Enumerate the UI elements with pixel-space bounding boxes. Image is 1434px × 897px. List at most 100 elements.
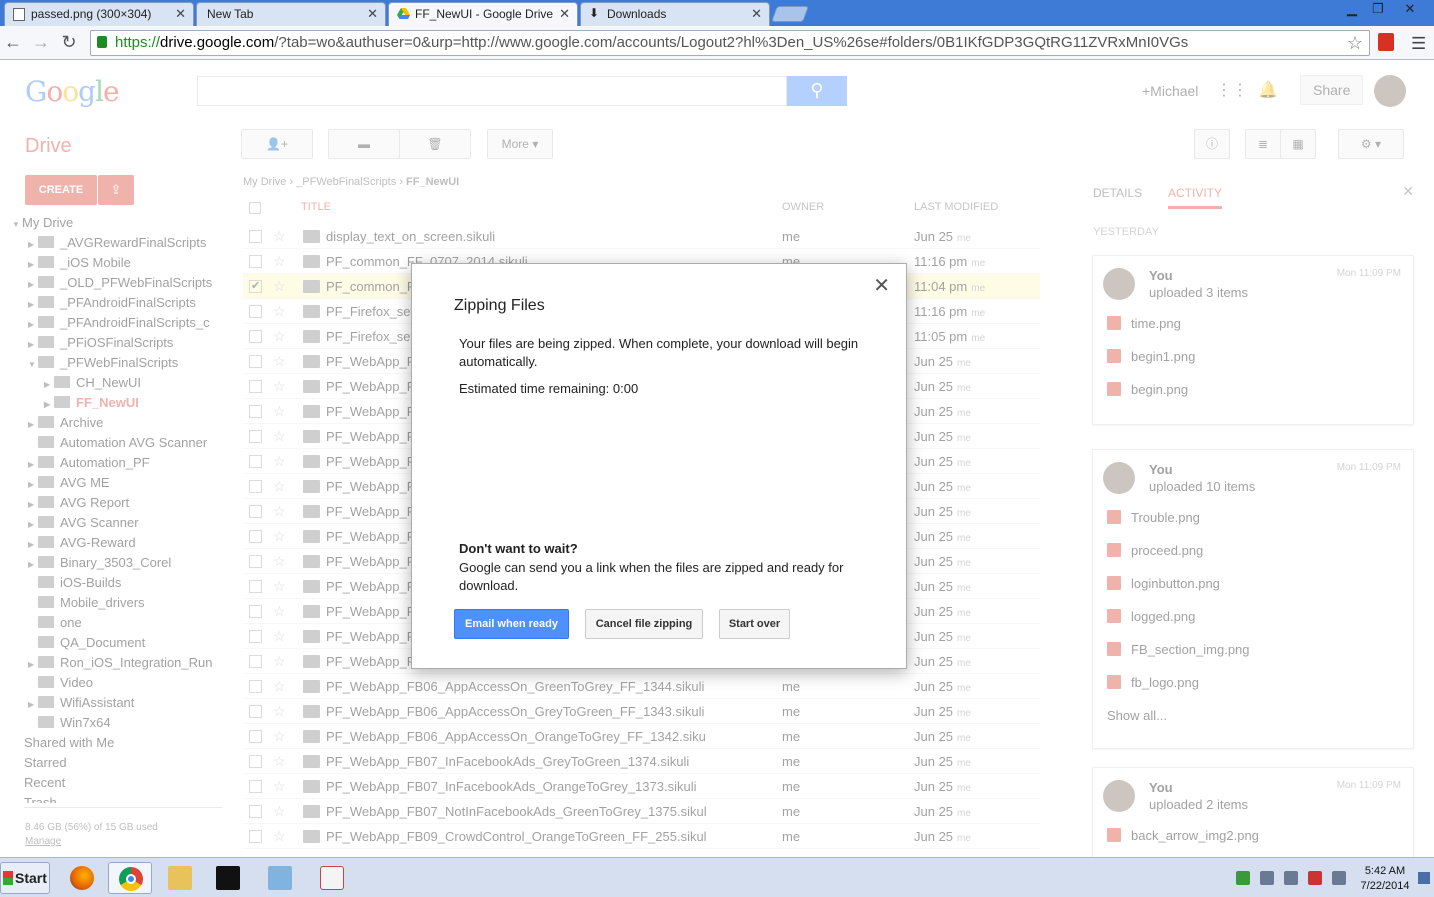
row-checkbox[interactable] [249,330,262,343]
caret-right-icon[interactable]: ▶ [28,235,38,253]
star-icon[interactable]: ☆ [273,724,286,749]
network-icon[interactable] [1236,871,1250,885]
star-icon[interactable]: ☆ [273,599,286,624]
caret-right-icon[interactable]: ▶ [28,415,38,433]
share-people-button[interactable]: 👤+ [241,129,313,159]
browser-tab-passed-png[interactable]: passed.png (300×304) ✕ [4,2,194,26]
caret-right-icon[interactable]: ▶ [28,695,38,713]
caret-right-icon[interactable]: ▶ [28,475,38,493]
star-icon[interactable]: ☆ [273,499,286,524]
minimize-icon[interactable]: ▁ [1338,0,1366,18]
star-icon[interactable]: ☆ [273,249,286,274]
vm-icon[interactable] [1260,871,1274,885]
close-icon[interactable]: ✕ [873,276,890,296]
browser-tab-new-tab[interactable]: New Tab ✕ [196,2,386,26]
search-input[interactable] [197,76,787,106]
reload-icon[interactable]: ↻ [58,32,80,53]
activity-file[interactable]: logged.png [1107,609,1250,642]
tree-item[interactable]: ▼ My Drive [12,213,224,233]
caret-right-icon[interactable]: ▶ [28,335,38,353]
star-icon[interactable]: ☆ [273,399,286,424]
row-checkbox[interactable] [249,455,262,468]
file-row[interactable]: ☆ display_text_on_screen.sikuli me Jun 25 me [243,224,1040,249]
tree-item[interactable]: ▶ Archive [12,413,224,433]
star-icon[interactable]: ☆ [273,799,286,824]
tree-item[interactable]: QA_Document [12,633,224,653]
caret-right-icon[interactable]: ▶ [28,555,38,573]
star-icon[interactable]: ☆ [273,674,286,699]
star-icon[interactable]: ☆ [273,349,286,374]
star-icon[interactable]: ☆ [273,474,286,499]
row-checkbox[interactable] [249,630,262,643]
extension-icon[interactable] [1378,33,1394,51]
caret-right-icon[interactable]: ▶ [28,495,38,513]
list-view-button[interactable]: ≣ [1245,129,1281,159]
row-checkbox[interactable] [249,480,262,493]
star-icon[interactable]: ☆ [273,824,286,849]
caret-right-icon[interactable]: ▶ [28,315,38,333]
bookmark-star-icon[interactable]: ☆ [1347,31,1363,55]
row-checkbox[interactable] [249,555,262,568]
activity-file[interactable]: begin1.png [1107,349,1195,382]
taskbar-notepad[interactable] [258,862,302,894]
tree-item[interactable]: ▶ AVG Report [12,493,224,513]
settings-button[interactable]: ⚙ ▾ [1338,129,1404,159]
row-checkbox[interactable] [249,505,262,518]
tree-item[interactable]: ▶ _PFAndroidFinalScripts [12,293,224,313]
forward-arrow-icon[interactable]: → [30,32,52,53]
tree-item[interactable]: ▶ Automation_PF [12,453,224,473]
row-checkbox[interactable] [249,405,262,418]
file-row[interactable]: ☆ PF_WebApp_FB06_AppAccessOn_OrangeToGrey… [243,724,1040,749]
taskbar-clock[interactable]: 5:42 AM 7/22/2014 [1354,864,1416,894]
star-icon[interactable]: ☆ [273,649,286,674]
caret-right-icon[interactable]: ▶ [28,455,38,473]
row-checkbox[interactable] [249,655,262,668]
tree-item[interactable]: ▶ CH_NewUI [12,373,224,393]
cancel-file-zipping-button[interactable]: Cancel file zipping [585,609,703,639]
taskbar-java[interactable] [310,862,354,894]
close-icon[interactable]: ✕ [1402,183,1414,200]
star-icon[interactable]: ☆ [273,299,286,324]
display-icon[interactable] [1332,871,1346,885]
star-icon[interactable]: ☆ [273,749,286,774]
taskbar-chrome[interactable] [108,862,152,894]
row-checkbox[interactable] [249,805,262,818]
taskbar-firefox[interactable] [60,862,104,894]
breadcrumb-item[interactable]: _PFWebFinalScripts [296,176,396,188]
row-checkbox[interactable] [249,305,262,318]
delete-button[interactable]: 🗑 [399,129,471,159]
taskbar-cmd[interactable] [206,862,250,894]
tree-item[interactable]: ▶ WifiAssistant [12,693,224,713]
tree-item[interactable]: ▶ Binary_3503_Corel [12,553,224,573]
file-row[interactable]: ☆ PF_WebApp_FB06_AppAccessOn_GreyToGreen_… [243,699,1040,724]
caret-down-icon[interactable]: ▼ [12,215,22,233]
caret-right-icon[interactable]: ▶ [28,535,38,553]
move-to-folder-button[interactable]: ▬ [328,129,400,159]
row-checkbox[interactable] [249,830,262,843]
row-checkbox[interactable] [249,605,262,618]
address-bar[interactable]: https://drive.google.com/?tab=wo&authuse… [90,30,1370,56]
nav-recent[interactable]: Recent [24,775,65,790]
email-when-ready-button[interactable]: Email when ready [454,609,569,639]
close-icon[interactable]: ✕ [175,6,186,22]
tree-item[interactable]: Win7x64 [12,713,224,733]
tree-item[interactable]: ▶ AVG Scanner [12,513,224,533]
star-icon[interactable]: ☆ [273,574,286,599]
tab-activity[interactable]: ACTIVITY [1168,186,1223,209]
avatar[interactable] [1374,75,1406,107]
grid-view-button[interactable]: ▦ [1280,129,1316,159]
browser-tab-google-drive[interactable]: FF_NewUI - Google Drive ✕ [388,2,578,26]
activity-file[interactable]: time.png [1107,316,1195,349]
user-name-link[interactable]: +Michael [1142,83,1198,99]
star-icon[interactable]: ☆ [273,624,286,649]
caret-down-icon[interactable]: ▼ [28,355,38,373]
volume-icon[interactable] [1284,871,1298,885]
tree-item[interactable]: ▼ _PFWebFinalScripts [12,353,224,373]
row-checkbox[interactable] [249,705,262,718]
row-checkbox[interactable]: ✔ [249,280,262,293]
show-desktop-icon[interactable] [1418,872,1430,884]
new-tab-button[interactable] [771,6,809,22]
google-logo[interactable]: Google [25,75,120,108]
share-button[interactable]: Share [1300,75,1364,105]
browser-tab-downloads[interactable]: ⬇ Downloads ✕ [580,2,770,26]
